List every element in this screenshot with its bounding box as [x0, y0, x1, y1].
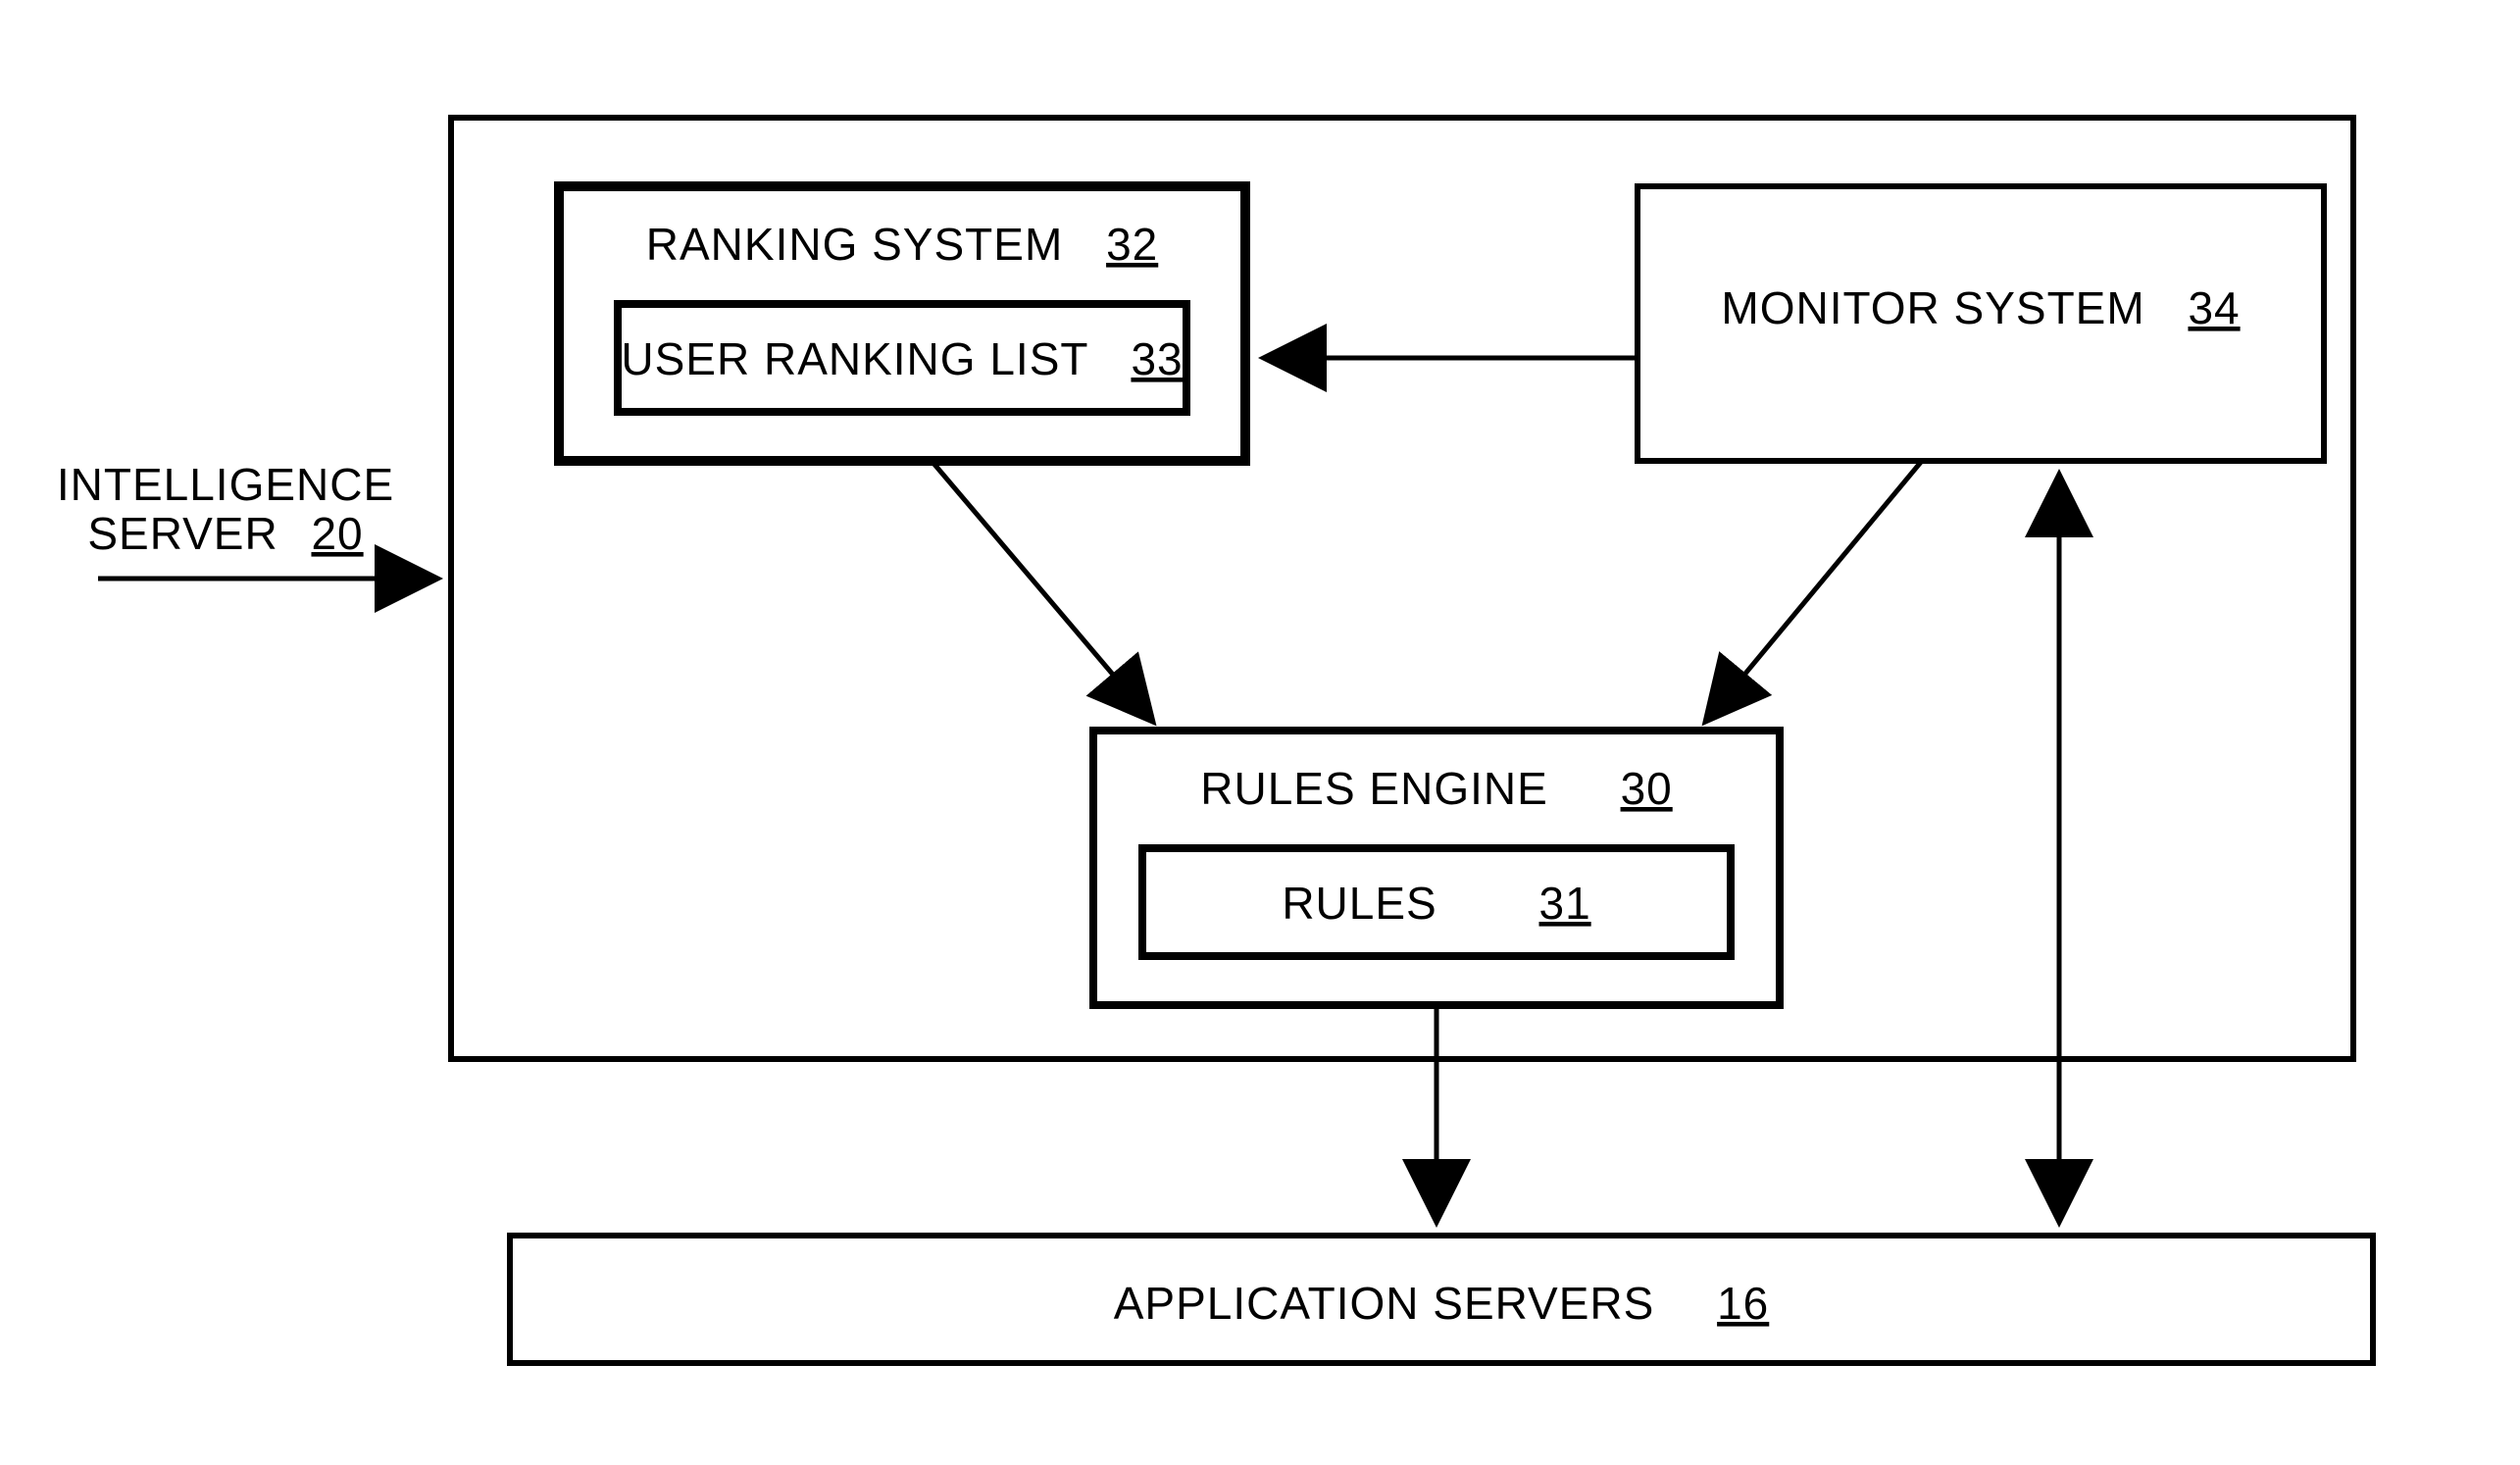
diagram-canvas: RANKING SYSTEM 32 USER RANKING LIST 33 M…: [0, 0, 2520, 1465]
rules-engine-label: RULES ENGINE: [1200, 763, 1548, 814]
rules-label: RULES: [1282, 878, 1436, 929]
svg-text:SERVER 20: SERVER 20: [87, 508, 363, 559]
rules-engine-number: 30: [1621, 763, 1673, 814]
rules-number: 31: [1539, 878, 1591, 929]
intelligence-server-number: 20: [311, 508, 363, 559]
monitor-system-number: 34: [2188, 282, 2240, 333]
application-servers-number: 16: [1717, 1278, 1769, 1329]
svg-text:RULES 31: RULES 31: [1282, 878, 1590, 929]
arrow-ranking-to-engine: [932, 461, 1152, 721]
user-ranking-list-number: 33: [1131, 333, 1183, 384]
user-ranking-list-label: USER RANKING LIST: [621, 333, 1087, 384]
ranking-system-number: 32: [1106, 219, 1158, 270]
svg-text:USER RANKING LIST 33: USER RANKING LIST 33: [621, 333, 1183, 384]
ranking-system-label: RANKING SYSTEM: [646, 219, 1064, 270]
monitor-system-label: MONITOR SYSTEM: [1721, 282, 2144, 333]
intelligence-server-label-line2: SERVER: [87, 508, 277, 559]
arrow-monitor-to-engine: [1706, 461, 1922, 721]
application-servers-label: APPLICATION SERVERS: [1114, 1278, 1655, 1329]
intelligence-server-label-line1: INTELLIGENCE: [57, 459, 394, 510]
